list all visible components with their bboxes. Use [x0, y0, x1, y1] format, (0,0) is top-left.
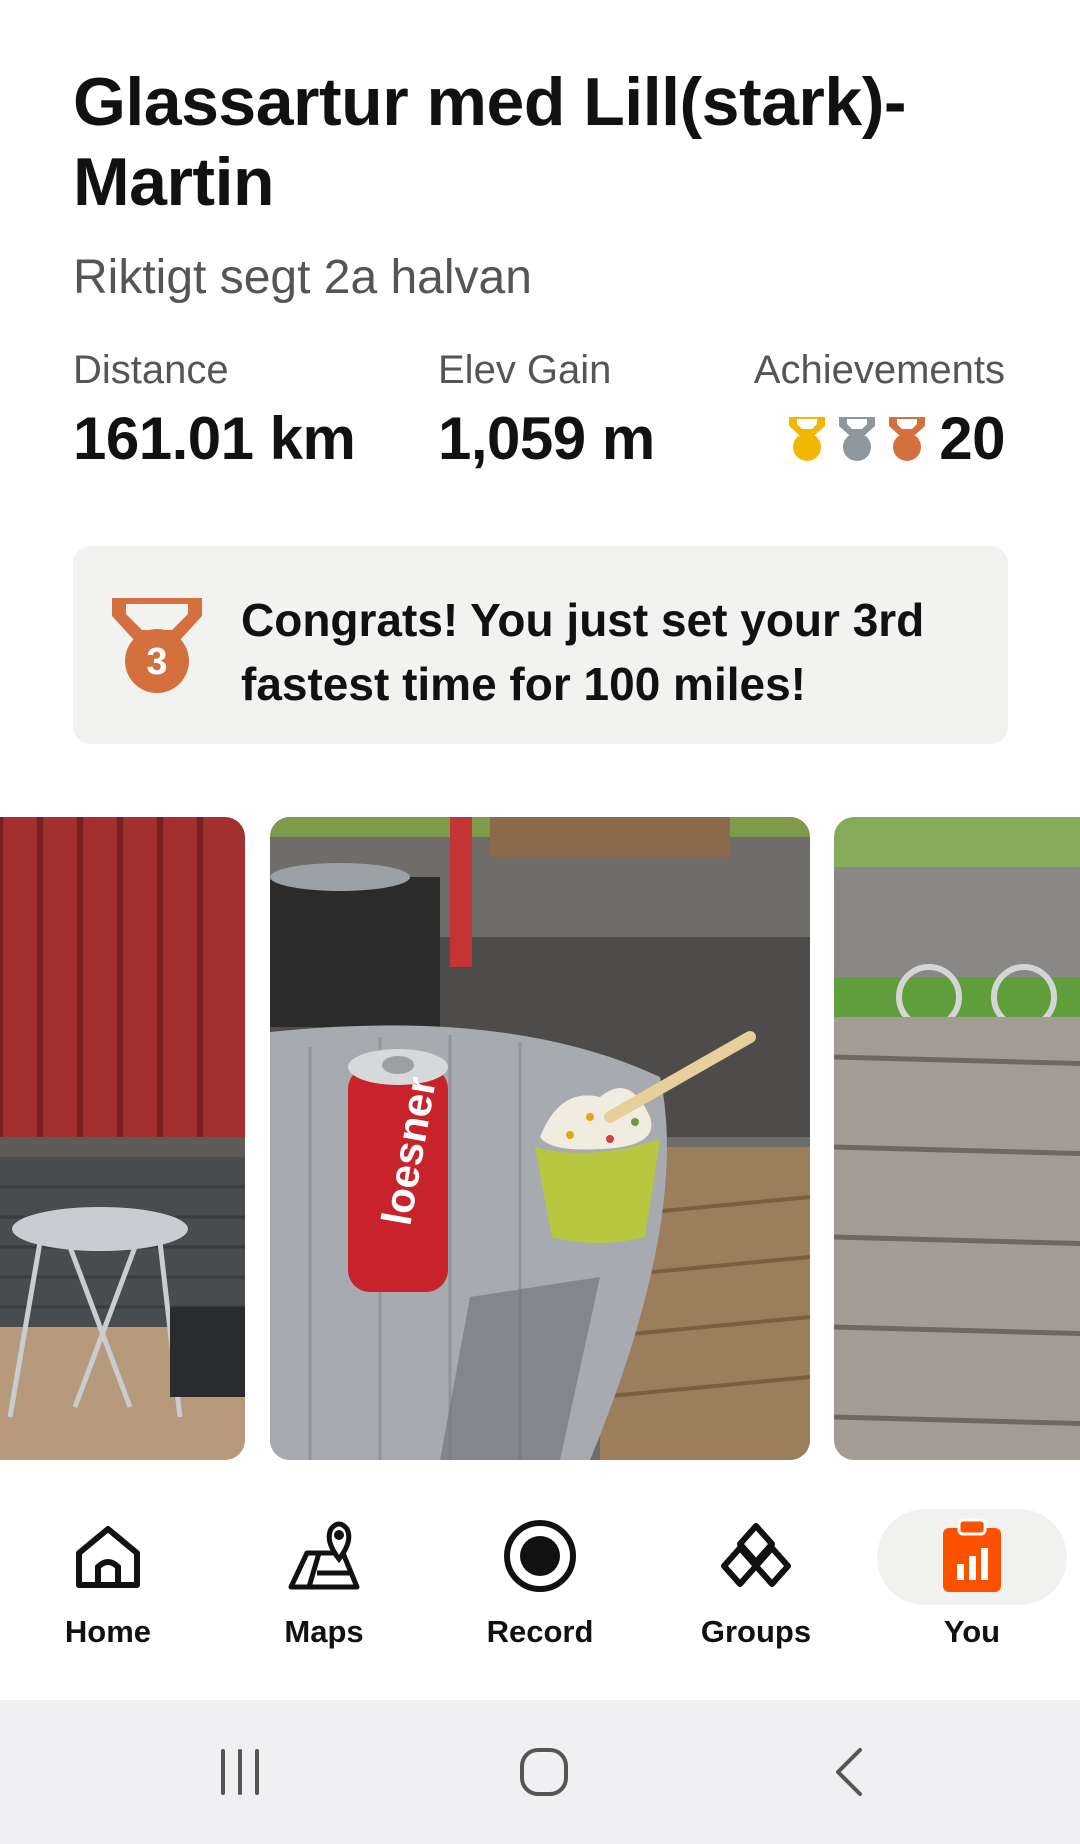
recent-apps-button[interactable]: [200, 1700, 280, 1844]
nav-home[interactable]: Home: [28, 1516, 188, 1650]
maps-icon: [288, 1521, 360, 1590]
activity-title: Glassartur med Lill(stark)-Martin: [73, 64, 906, 220]
nav-you-label: You: [943, 1614, 1001, 1649]
record-icon: [504, 1520, 576, 1592]
nav-groups-label: Groups: [700, 1614, 812, 1649]
you-icon: [943, 1518, 1001, 1592]
nav-maps-label: Maps: [284, 1614, 364, 1649]
groups-icon: [721, 1523, 791, 1587]
bronze-medal-icon: 3: [112, 598, 202, 693]
activity-description: Riktigt segt 2a halvan: [73, 251, 532, 304]
medal-number: 3: [146, 641, 167, 683]
system-back-button[interactable]: [808, 1700, 888, 1844]
can-and-frozen-yogurt-photo[interactable]: loesner: [270, 817, 810, 1460]
nav-home-label: Home: [64, 1614, 152, 1649]
photo-carousel[interactable]: loesner: [0, 817, 1080, 1460]
stat-elevation: Elev Gain 1,059 m: [438, 346, 655, 474]
back-icon: [836, 1748, 862, 1796]
system-home-button[interactable]: [504, 1700, 584, 1844]
home-icon: [76, 1526, 140, 1588]
building-patio-photo[interactable]: [0, 817, 245, 1460]
bottom-nav: Home Maps Record Groups You: [0, 1460, 1080, 1700]
bronze-medal-icon: [889, 417, 926, 461]
nav-you[interactable]: You: [892, 1516, 1052, 1650]
congrats-card[interactable]: 3 Congrats! You just set your 3rd fastes…: [73, 546, 1008, 744]
nav-record-label: Record: [486, 1614, 594, 1649]
gold-medal-icon: [789, 417, 826, 461]
nav-record[interactable]: Record: [460, 1516, 620, 1650]
nav-groups[interactable]: Groups: [676, 1516, 836, 1650]
stat-achievements[interactable]: Achievements 20: [753, 346, 1006, 474]
stat-distance: Distance 161.01 km: [73, 346, 356, 474]
distance-value: 161.01 km: [73, 405, 356, 472]
congrats-message: Congrats! You just set your 3rd fastest …: [241, 594, 925, 710]
system-home-icon: [520, 1748, 568, 1796]
elev-gain-label: Elev Gain: [438, 348, 612, 392]
nav-maps[interactable]: Maps: [244, 1516, 404, 1650]
silver-medal-icon: [839, 417, 876, 461]
wooden-deck-bikes-photo[interactable]: [834, 817, 1080, 1460]
distance-label: Distance: [73, 348, 229, 392]
achievements-label: Achievements: [753, 348, 1005, 392]
recent-apps-icon: [221, 1749, 259, 1795]
elev-gain-value: 1,059 m: [438, 405, 655, 472]
achievements-count: 20: [939, 405, 1005, 472]
system-nav-bar: [0, 1700, 1080, 1844]
